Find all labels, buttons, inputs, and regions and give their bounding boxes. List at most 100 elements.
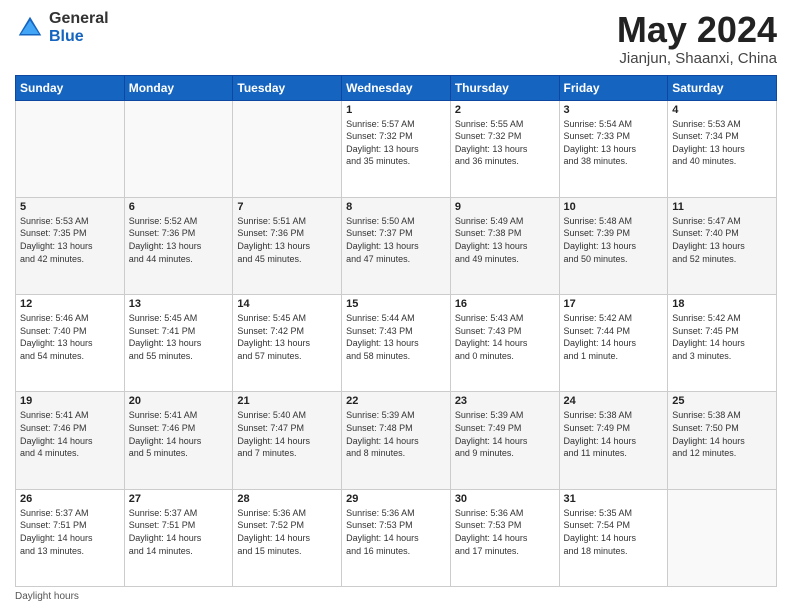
day-cell: 6Sunrise: 5:52 AM Sunset: 7:36 PM Daylig…: [124, 197, 233, 294]
day-cell: 30 Sunrise: 5:36 AM Sunset: 7:53 PM Dayli…: [450, 489, 559, 586]
day-info: Sunrise: 5:55 AM Sunset: 7:32 PM Dayligh…: [455, 118, 555, 168]
col-header-tuesday: Tuesday: [233, 75, 342, 100]
day-cell: 3Sunrise: 5:54 AM Sunset: 7:33 PM Daylig…: [559, 100, 668, 197]
day-cell: 31 Sunrise: 5:35 AM Sunset: 7:54 PM Dayli…: [559, 489, 668, 586]
header: General Blue May 2024 Jianjun, Shaanxi, …: [15, 10, 777, 67]
day-number: 19: [20, 395, 120, 407]
day-number: 4: [672, 104, 772, 116]
day-number: 31: [564, 493, 664, 505]
day-cell: [16, 100, 125, 197]
day-info: Sunrise: 5:45 AM Sunset: 7:41 PM Dayligh…: [129, 312, 229, 362]
day-number: 13: [129, 298, 229, 310]
day-info: Sunrise: 5:37 AM Sunset: 7:51 PM Dayligh…: [20, 507, 120, 557]
day-number: 1: [346, 104, 446, 116]
day-cell: 18Sunrise: 5:42 AM Sunset: 7:45 PM Dayli…: [668, 295, 777, 392]
day-info: Sunrise: 5:48 AM Sunset: 7:39 PM Dayligh…: [564, 215, 664, 265]
day-info: Sunrise: 5:39 AM Sunset: 7:49 PM Dayligh…: [455, 409, 555, 459]
day-info: Sunrise: 5:38 AM Sunset: 7:49 PM Dayligh…: [564, 409, 664, 459]
day-cell: 14 Sunrise: 5:45 AM Sunset: 7:42 PM Dayli…: [233, 295, 342, 392]
day-number: 20: [129, 395, 229, 407]
logo: General Blue: [15, 10, 109, 45]
day-cell: 20 Sunrise: 5:41 AM Sunset: 7:46 PM Dayli…: [124, 392, 233, 489]
day-cell: 17Sunrise: 5:42 AM Sunset: 7:44 PM Dayli…: [559, 295, 668, 392]
week-row-1: 1 Sunrise: 5:57 AM Sunset: 7:32 PM Daylig…: [16, 100, 777, 197]
day-cell: 1 Sunrise: 5:57 AM Sunset: 7:32 PM Daylig…: [342, 100, 451, 197]
day-cell: 10 Sunrise: 5:48 AM Sunset: 7:39 PM Dayli…: [559, 197, 668, 294]
day-info: Sunrise: 5:50 AM Sunset: 7:37 PM Dayligh…: [346, 215, 446, 265]
day-info: Sunrise: 5:44 AM Sunset: 7:43 PM Dayligh…: [346, 312, 446, 362]
day-cell: 12 Sunrise: 5:46 AM Sunset: 7:40 PM Dayli…: [16, 295, 125, 392]
footer-note: Daylight hours: [15, 591, 777, 602]
week-row-2: 5 Sunrise: 5:53 AM Sunset: 7:35 PM Daylig…: [16, 197, 777, 294]
day-number: 11: [672, 201, 772, 213]
day-number: 8: [346, 201, 446, 213]
day-cell: 5 Sunrise: 5:53 AM Sunset: 7:35 PM Daylig…: [16, 197, 125, 294]
day-info: Sunrise: 5:38 AM Sunset: 7:50 PM Dayligh…: [672, 409, 772, 459]
day-info: Sunrise: 5:39 AM Sunset: 7:48 PM Dayligh…: [346, 409, 446, 459]
day-number: 2: [455, 104, 555, 116]
day-info: Sunrise: 5:35 AM Sunset: 7:54 PM Dayligh…: [564, 507, 664, 557]
col-header-wednesday: Wednesday: [342, 75, 451, 100]
day-cell: 29Sunrise: 5:36 AM Sunset: 7:53 PM Dayli…: [342, 489, 451, 586]
day-number: 14: [237, 298, 337, 310]
day-info: Sunrise: 5:51 AM Sunset: 7:36 PM Dayligh…: [237, 215, 337, 265]
calendar-title: May 2024: [617, 10, 777, 50]
day-cell: 23 Sunrise: 5:39 AM Sunset: 7:49 PM Dayli…: [450, 392, 559, 489]
day-info: Sunrise: 5:36 AM Sunset: 7:52 PM Dayligh…: [237, 507, 337, 557]
day-info: Sunrise: 5:41 AM Sunset: 7:46 PM Dayligh…: [20, 409, 120, 459]
day-info: Sunrise: 5:42 AM Sunset: 7:45 PM Dayligh…: [672, 312, 772, 362]
logo-blue-text: Blue: [49, 28, 109, 46]
day-number: 15: [346, 298, 446, 310]
day-info: Sunrise: 5:52 AM Sunset: 7:36 PM Dayligh…: [129, 215, 229, 265]
day-number: 16: [455, 298, 555, 310]
day-number: 5: [20, 201, 120, 213]
day-cell: 9 Sunrise: 5:49 AM Sunset: 7:38 PM Daylig…: [450, 197, 559, 294]
day-number: 30: [455, 493, 555, 505]
days-header-row: SundayMondayTuesdayWednesdayThursdayFrid…: [16, 75, 777, 100]
day-cell: 4Sunrise: 5:53 AM Sunset: 7:34 PM Daylig…: [668, 100, 777, 197]
day-cell: [124, 100, 233, 197]
day-number: 9: [455, 201, 555, 213]
logo-general-text: General: [49, 10, 109, 28]
day-info: Sunrise: 5:40 AM Sunset: 7:47 PM Dayligh…: [237, 409, 337, 459]
day-number: 17: [564, 298, 664, 310]
logo-icon: [15, 13, 45, 43]
day-cell: 26 Sunrise: 5:37 AM Sunset: 7:51 PM Dayli…: [16, 489, 125, 586]
day-number: 29: [346, 493, 446, 505]
day-number: 26: [20, 493, 120, 505]
day-number: 10: [564, 201, 664, 213]
day-cell: 11Sunrise: 5:47 AM Sunset: 7:40 PM Dayli…: [668, 197, 777, 294]
day-cell: 16 Sunrise: 5:43 AM Sunset: 7:43 PM Dayli…: [450, 295, 559, 392]
col-header-monday: Monday: [124, 75, 233, 100]
col-header-sunday: Sunday: [16, 75, 125, 100]
day-info: Sunrise: 5:57 AM Sunset: 7:32 PM Dayligh…: [346, 118, 446, 168]
day-cell: 15 Sunrise: 5:44 AM Sunset: 7:43 PM Dayli…: [342, 295, 451, 392]
day-cell: 13 Sunrise: 5:45 AM Sunset: 7:41 PM Dayli…: [124, 295, 233, 392]
day-number: 7: [237, 201, 337, 213]
calendar-location: Jianjun, Shaanxi, China: [617, 50, 777, 67]
title-area: May 2024 Jianjun, Shaanxi, China: [617, 10, 777, 67]
day-info: Sunrise: 5:49 AM Sunset: 7:38 PM Dayligh…: [455, 215, 555, 265]
daylight-label: Daylight hours: [15, 591, 79, 602]
day-number: 12: [20, 298, 120, 310]
week-row-4: 19 Sunrise: 5:41 AM Sunset: 7:46 PM Dayli…: [16, 392, 777, 489]
day-info: Sunrise: 5:41 AM Sunset: 7:46 PM Dayligh…: [129, 409, 229, 459]
week-row-5: 26 Sunrise: 5:37 AM Sunset: 7:51 PM Dayli…: [16, 489, 777, 586]
day-info: Sunrise: 5:43 AM Sunset: 7:43 PM Dayligh…: [455, 312, 555, 362]
day-info: Sunrise: 5:46 AM Sunset: 7:40 PM Dayligh…: [20, 312, 120, 362]
calendar-table: SundayMondayTuesdayWednesdayThursdayFrid…: [15, 75, 777, 587]
day-number: 22: [346, 395, 446, 407]
day-info: Sunrise: 5:36 AM Sunset: 7:53 PM Dayligh…: [455, 507, 555, 557]
day-info: Sunrise: 5:45 AM Sunset: 7:42 PM Dayligh…: [237, 312, 337, 362]
day-info: Sunrise: 5:53 AM Sunset: 7:35 PM Dayligh…: [20, 215, 120, 265]
day-cell: [233, 100, 342, 197]
day-cell: 25Sunrise: 5:38 AM Sunset: 7:50 PM Dayli…: [668, 392, 777, 489]
day-number: 21: [237, 395, 337, 407]
day-info: Sunrise: 5:54 AM Sunset: 7:33 PM Dayligh…: [564, 118, 664, 168]
day-number: 23: [455, 395, 555, 407]
col-header-saturday: Saturday: [668, 75, 777, 100]
day-info: Sunrise: 5:37 AM Sunset: 7:51 PM Dayligh…: [129, 507, 229, 557]
col-header-friday: Friday: [559, 75, 668, 100]
day-number: 24: [564, 395, 664, 407]
day-cell: 8 Sunrise: 5:50 AM Sunset: 7:37 PM Daylig…: [342, 197, 451, 294]
